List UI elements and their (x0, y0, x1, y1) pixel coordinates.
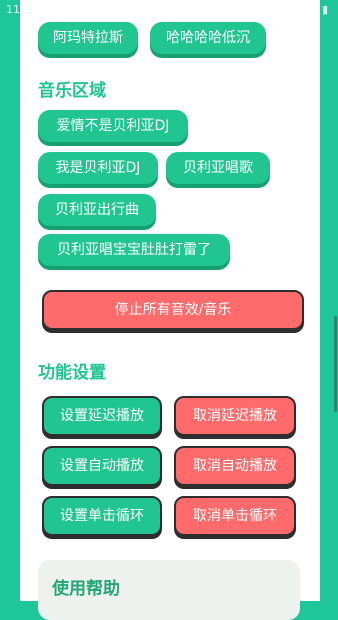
sound-button-amaterasu[interactable]: 阿玛特拉斯 (38, 22, 138, 54)
help-panel: 使用帮助 (38, 560, 300, 620)
cancel-loop-button[interactable]: 取消单击循环 (174, 496, 296, 536)
music-button-1[interactable]: 爱情不是贝利亚DJ (38, 110, 188, 142)
help-title: 使用帮助 (52, 579, 120, 599)
music-section-title: 音乐区域 (38, 81, 106, 101)
set-loop-button[interactable]: 设置单击循环 (42, 496, 162, 536)
sound-button-hahaha[interactable]: 哈哈哈哈低沉 (150, 22, 266, 54)
cancel-auto-button[interactable]: 取消自动播放 (174, 446, 296, 486)
music-button-3[interactable]: 贝利亚唱歌 (166, 152, 270, 184)
set-delay-button[interactable]: 设置延迟播放 (42, 396, 162, 436)
cancel-delay-button[interactable]: 取消延迟播放 (174, 396, 296, 436)
music-button-4[interactable]: 贝利亚出行曲 (38, 194, 156, 226)
settings-section-title: 功能设置 (38, 363, 106, 383)
music-button-5[interactable]: 贝利亚唱宝宝肚肚打雷了 (38, 234, 230, 266)
scrollbar[interactable] (334, 316, 337, 412)
stop-all-button[interactable]: 停止所有音效/音乐 (42, 290, 304, 330)
music-button-2[interactable]: 我是贝利亚DJ (38, 152, 158, 184)
set-auto-button[interactable]: 设置自动播放 (42, 446, 162, 486)
